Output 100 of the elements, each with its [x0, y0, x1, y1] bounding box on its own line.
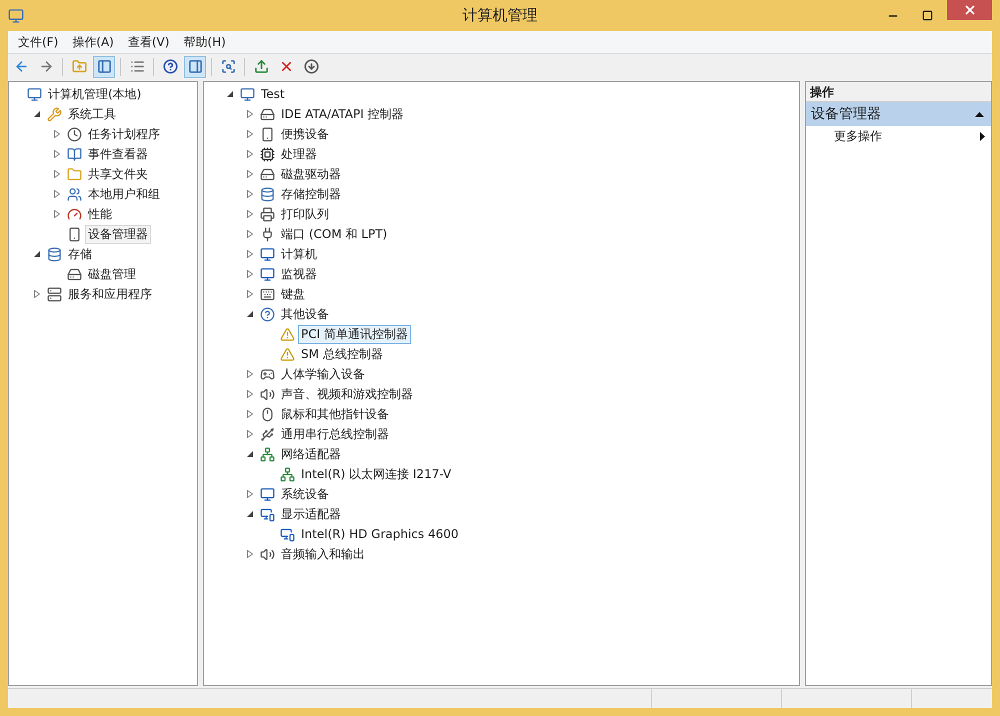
menu-item[interactable]: 文件(F): [12, 33, 64, 51]
tree-item[interactable]: 鼠标和其他指针设备: [278, 404, 392, 424]
tree-item[interactable]: 显示适配器: [278, 504, 344, 524]
expand-arrow-icon[interactable]: [247, 550, 253, 558]
book-icon: [67, 146, 82, 162]
keyboard-icon: [260, 286, 275, 302]
server-icon: [47, 286, 62, 302]
gamepad-icon: [260, 366, 275, 382]
tree-item[interactable]: 系统工具: [65, 104, 119, 124]
tree-item[interactable]: Intel(R) 以太网连接 I217-V: [298, 464, 454, 484]
tree-item[interactable]: PCI 简单通讯控制器: [298, 324, 411, 344]
maximize-icon: [922, 10, 932, 21]
expand-arrow-icon[interactable]: [247, 370, 253, 378]
action-pane-icon: [188, 59, 202, 74]
warning-icon: [280, 346, 295, 362]
tree-item[interactable]: 键盘: [278, 284, 308, 304]
tree-item[interactable]: 音频输入和输出: [278, 544, 368, 564]
tree-item[interactable]: 其他设备: [278, 304, 332, 324]
tree-item[interactable]: 处理器: [278, 144, 320, 164]
expand-arrow-icon[interactable]: [247, 430, 253, 438]
tree-item[interactable]: 监视器: [278, 264, 320, 284]
tree-pane-icon: [96, 59, 112, 74]
collapse-arrow-icon[interactable]: [247, 451, 253, 457]
close-icon: [962, 3, 976, 17]
expand-arrow-icon[interactable]: [247, 230, 253, 238]
usb-icon: [260, 426, 275, 442]
expand-arrow-icon[interactable]: [247, 110, 253, 118]
tree-item[interactable]: IDE ATA/ATAPI 控制器: [278, 104, 407, 124]
tree-item[interactable]: 任务计划程序: [85, 124, 163, 144]
hard-drive-icon: [260, 106, 275, 122]
expand-arrow-icon[interactable]: [54, 210, 60, 218]
tree-item[interactable]: 声音、视频和游戏控制器: [278, 384, 416, 404]
action-item[interactable]: 更多操作: [806, 126, 991, 146]
tree-item[interactable]: 性能: [85, 204, 115, 224]
menu-item[interactable]: 操作(A): [66, 33, 120, 51]
tree-item[interactable]: 磁盘管理: [85, 264, 139, 284]
expand-arrow-icon[interactable]: [247, 210, 253, 218]
tree-item[interactable]: 事件查看器: [85, 144, 151, 164]
expand-arrow-icon[interactable]: [247, 490, 253, 498]
forward-arrow-icon: [38, 59, 54, 74]
tree-pane-button[interactable]: [93, 56, 115, 78]
expand-arrow-icon[interactable]: [247, 190, 253, 198]
expand-arrow-icon[interactable]: [34, 290, 40, 298]
submenu-arrow-icon: [980, 132, 985, 140]
display-icon: [260, 506, 275, 522]
close-button[interactable]: [947, 0, 992, 20]
collapse-arrow-icon[interactable]: [34, 251, 40, 257]
hard-drive-icon: [260, 166, 275, 182]
expand-arrow-icon[interactable]: [247, 250, 253, 258]
chip-icon: [260, 146, 275, 162]
expand-arrow-icon[interactable]: [247, 170, 253, 178]
tree-item[interactable]: 磁盘驱动器: [278, 164, 344, 184]
actions-section-header[interactable]: 设备管理器: [806, 102, 991, 126]
tree-item[interactable]: 本地用户和组: [85, 184, 163, 204]
expand-arrow-icon[interactable]: [247, 410, 253, 418]
expand-arrow-icon[interactable]: [54, 150, 60, 158]
tree-item[interactable]: 共享文件夹: [85, 164, 151, 184]
expand-arrow-icon[interactable]: [247, 390, 253, 398]
folder-up-icon: [72, 59, 86, 74]
monitor-icon: [260, 266, 275, 282]
tree-item[interactable]: 打印队列: [278, 204, 332, 224]
tree-item[interactable]: 端口 (COM 和 LPT): [278, 224, 390, 244]
tree-item[interactable]: 系统设备: [278, 484, 332, 504]
tree-item[interactable]: 人体学输入设备: [278, 364, 368, 384]
action-pane-button[interactable]: [184, 56, 206, 78]
expand-arrow-icon[interactable]: [54, 170, 60, 178]
menu-item[interactable]: 帮助(H): [177, 33, 232, 51]
users-icon: [67, 186, 82, 202]
tree-item[interactable]: 通用串行总线控制器: [278, 424, 392, 444]
window-title: 计算机管理: [462, 5, 538, 26]
collapse-arrow-icon[interactable]: [975, 112, 984, 116]
folder-icon: [67, 166, 82, 182]
collapse-arrow-icon[interactable]: [247, 511, 253, 517]
expand-arrow-icon[interactable]: [247, 150, 253, 158]
collapse-arrow-icon[interactable]: [247, 311, 253, 317]
tree-item[interactable]: 服务和应用程序: [65, 284, 155, 304]
network-icon: [280, 466, 295, 482]
section-title: 设备管理器: [811, 104, 881, 124]
collapse-arrow-icon[interactable]: [34, 111, 40, 117]
expand-arrow-icon[interactable]: [54, 190, 60, 198]
tree-item[interactable]: 存储: [65, 244, 95, 264]
tree-item[interactable]: 网络适配器: [278, 444, 344, 464]
tree-item[interactable]: 便携设备: [278, 124, 332, 144]
computer-icon: [240, 86, 255, 102]
tree-item[interactable]: Test: [258, 84, 288, 104]
tree-item[interactable]: SM 总线控制器: [298, 344, 386, 364]
expand-arrow-icon[interactable]: [247, 270, 253, 278]
hard-drive-icon: [67, 266, 82, 282]
tree-item[interactable]: Intel(R) HD Graphics 4600: [298, 524, 462, 544]
tree-item[interactable]: 计算机: [278, 244, 320, 264]
tree-item[interactable]: 存储控制器: [278, 184, 344, 204]
warning-icon: [280, 326, 295, 342]
expand-arrow-icon[interactable]: [247, 130, 253, 138]
tree-item[interactable]: 计算机管理(本地): [45, 84, 144, 104]
menu-item[interactable]: 查看(V): [122, 33, 176, 51]
tree-item[interactable]: 设备管理器: [85, 224, 151, 244]
actions-header: 操作: [806, 82, 991, 102]
expand-arrow-icon[interactable]: [54, 130, 60, 138]
expand-arrow-icon[interactable]: [247, 290, 253, 298]
collapse-arrow-icon[interactable]: [227, 91, 233, 97]
